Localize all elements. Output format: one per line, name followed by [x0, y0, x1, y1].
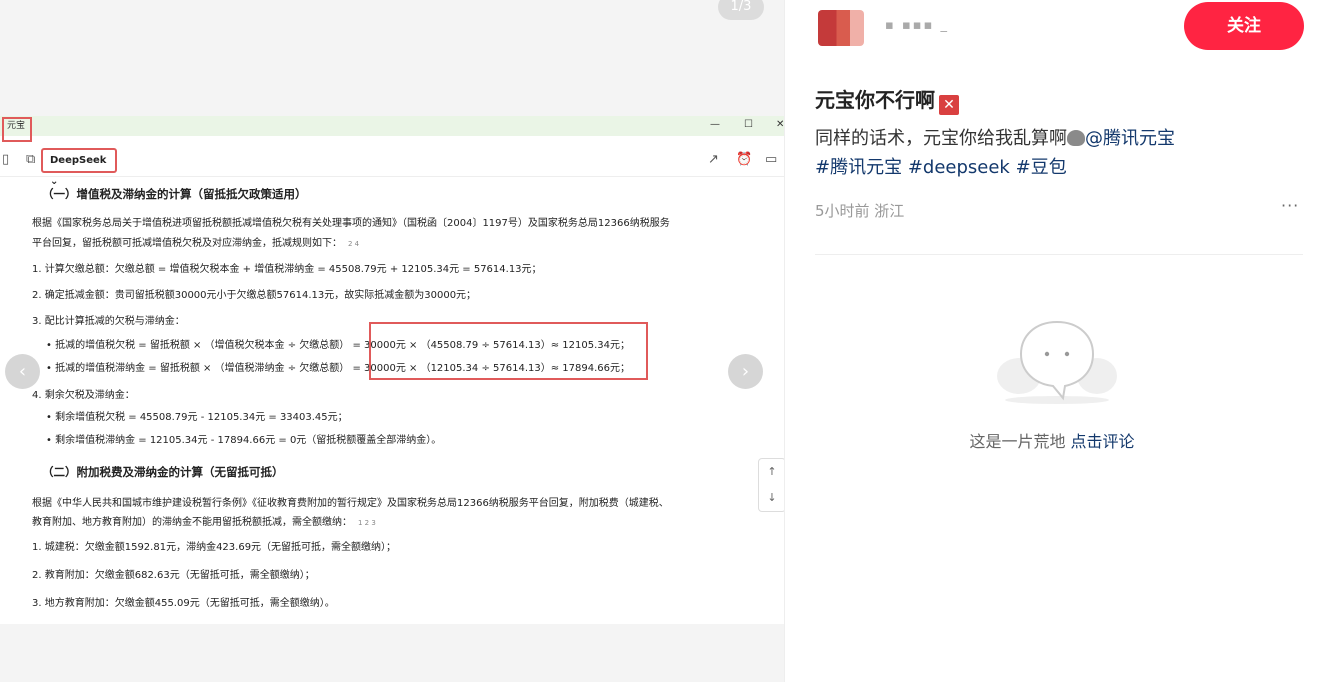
- prev-image-button[interactable]: ‹: [5, 354, 40, 389]
- post-meta: 5小时前 浙江: [815, 202, 905, 220]
- mention-link[interactable]: @腾讯元宝: [1085, 128, 1175, 149]
- poop-emoji-icon: [1067, 130, 1085, 146]
- empty-comments-text: 这是一片荒地 点击评论: [969, 432, 1135, 451]
- reference-badges: 2 4: [348, 240, 360, 248]
- window-titlebar: — ☐ ✕: [0, 116, 784, 136]
- comment-link[interactable]: 点击评论: [1071, 432, 1135, 451]
- text-line: 教育附加、地方教育附加）的滞纳金不能用留抵税额抵减，需全额缴纳： 1 2 3: [32, 517, 376, 528]
- post-title: 元宝你不行啊 ✕: [815, 84, 959, 115]
- media-viewer: 1/3 — ☐ ✕ 元宝 ▯ ⧉ DeepSeek ⌄ ↗ ⏰ ▭ （一）增值税…: [0, 0, 784, 682]
- cross-mark-icon: ✕: [939, 95, 959, 115]
- alarm-icon: ⏰: [736, 152, 753, 167]
- author-name[interactable]: ▪ ▪▪▪ _: [885, 18, 949, 33]
- close-icon: ✕: [776, 119, 784, 130]
- scroll-up-icon: ↑: [767, 465, 777, 478]
- embedded-screenshot: — ☐ ✕ 元宝 ▯ ⧉ DeepSeek ⌄ ↗ ⏰ ▭ （一）增值税及滞纳金…: [0, 116, 784, 624]
- text-line: 4. 剩余欠税及滞纳金：: [32, 390, 135, 401]
- section-heading-2: （二）附加税费及滞纳金的计算（无留抵可抵）: [42, 465, 284, 479]
- new-chat-icon: ⧉: [26, 152, 36, 167]
- window-title: 元宝: [2, 117, 32, 142]
- section-heading-1: （一）增值税及滞纳金的计算（留抵抵欠政策适用）: [42, 187, 307, 201]
- model-selector: DeepSeek ⌄: [41, 148, 117, 187]
- reference-badges: 1 2 3: [358, 519, 376, 527]
- chevron-left-icon: ‹: [18, 361, 27, 382]
- image-counter: 1/3: [718, 0, 764, 20]
- text-line: 平台回复，留抵税额可抵减增值税欠税及对应滞纳金，抵减规则如下： 2 4: [32, 238, 360, 249]
- minimize-icon: —: [710, 119, 720, 130]
- hashtag-link[interactable]: #deepseek: [908, 157, 1010, 178]
- text-line: 2. 确定抵减金额：贵司留抵税额30000元小于欠缴总额57614.13元，故实…: [32, 290, 477, 301]
- post-body: 同样的话术，元宝你给我乱算啊 @腾讯元宝 #腾讯元宝 #deepseek #豆包: [815, 124, 1295, 182]
- text-line: 1. 城建税：欠缴金额1592.81元，滞纳金423.69元（无留抵可抵，需全额…: [32, 542, 397, 553]
- hashtag-link[interactable]: #腾讯元宝: [815, 157, 902, 178]
- next-image-button[interactable]: ›: [728, 354, 763, 389]
- chevron-right-icon: ›: [741, 361, 750, 382]
- sidebar-icon: ▯: [2, 152, 10, 167]
- share-icon: ↗: [708, 152, 719, 167]
- text-line: 3. 地方教育附加：欠缴金额455.09元（无留抵可抵，需全额缴纳）。: [32, 598, 335, 609]
- text-line: • 剩余增值税滞纳金 = 12105.34元 - 17894.66元 = 0元（…: [46, 435, 442, 446]
- more-options-icon[interactable]: ···: [1281, 196, 1299, 215]
- scroll-down-icon: ↓: [767, 491, 777, 504]
- scroll-control: ↑ ↓: [758, 458, 784, 512]
- text-line: 2. 教育附加：欠缴金额682.63元（无留抵可抵，需全额缴纳）；: [32, 570, 315, 581]
- text-line: • 剩余增值税欠税 = 45508.79元 - 12105.34元 = 3340…: [46, 412, 348, 423]
- maximize-icon: ☐: [744, 119, 753, 130]
- hashtag-link[interactable]: #豆包: [1016, 157, 1067, 178]
- panel-icon: ▭: [765, 152, 778, 167]
- text-line: 根据《国家税务总局关于增值税进项留抵税额抵减增值税欠税有关处理事项的通知》（国税…: [32, 218, 670, 229]
- avatar[interactable]: [818, 10, 864, 46]
- divider: [815, 254, 1303, 255]
- post-panel: ▪ ▪▪▪ _ 关注 元宝你不行啊 ✕ 同样的话术，元宝你给我乱算啊 @腾讯元宝 #…: [784, 0, 1318, 682]
- follow-button[interactable]: 关注: [1184, 2, 1304, 50]
- empty-comments-icon: [997, 320, 1117, 404]
- text-line: 3. 配比计算抵减的欠税与滞纳金：: [32, 316, 185, 327]
- screenshot-toolbar: ▯ ⧉ DeepSeek ⌄ ↗ ⏰ ▭: [0, 144, 784, 187]
- text-line: 1. 计算欠缴总额：欠缴总额 = 增值税欠税本金 + 增值税滞纳金 = 4550…: [32, 264, 542, 275]
- text-line: 根据《中华人民共和国城市维护建设税暂行条例》《征收教育费附加的暂行规定》及国家税…: [32, 498, 669, 509]
- highlight-box: [369, 322, 648, 380]
- post-text: 同样的话术，元宝你给我乱算啊: [815, 128, 1067, 149]
